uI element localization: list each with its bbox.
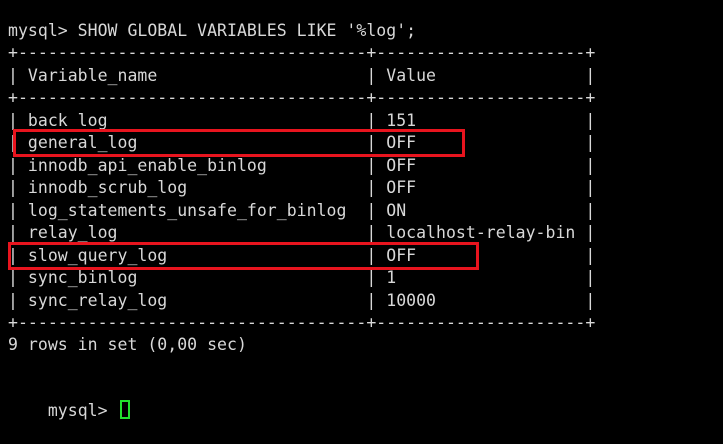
table-row: | back_log | 151 | [8, 111, 596, 130]
cursor-icon [119, 400, 130, 419]
result-summary: 9 rows in set (0,00 sec) [8, 335, 247, 354]
table-row: | innodb_scrub_log | OFF | [8, 178, 596, 197]
table-border-header: +-----------------------------------+---… [8, 88, 596, 107]
table-border-bottom: +-----------------------------------+---… [8, 313, 596, 332]
prompt-text: mysql> [47, 401, 118, 420]
table-row: | innodb_api_enable_binlog | OFF | [8, 156, 596, 175]
table-row: | relay_log | localhost-relay-bin | [8, 223, 596, 242]
table-border-top: +-----------------------------------+---… [8, 43, 596, 62]
terminal-window[interactable]: mysql> SHOW GLOBAL VARIABLES LIKE '%log'… [0, 0, 723, 420]
table-row: | slow_query_log | OFF | [8, 246, 596, 265]
table-row: | sync_binlog | 1 | [8, 268, 596, 287]
table-row: | sync_relay_log | 10000 | [8, 291, 596, 310]
table-row: | general_log | OFF | [8, 133, 596, 152]
table-row: | log_statements_unsafe_for_binlog | ON … [8, 201, 596, 220]
table-header: | Variable_name | Value | [8, 66, 596, 85]
prompt-line[interactable]: mysql> [8, 378, 130, 420]
command-line: mysql> SHOW GLOBAL VARIABLES LIKE '%log'… [8, 21, 417, 40]
